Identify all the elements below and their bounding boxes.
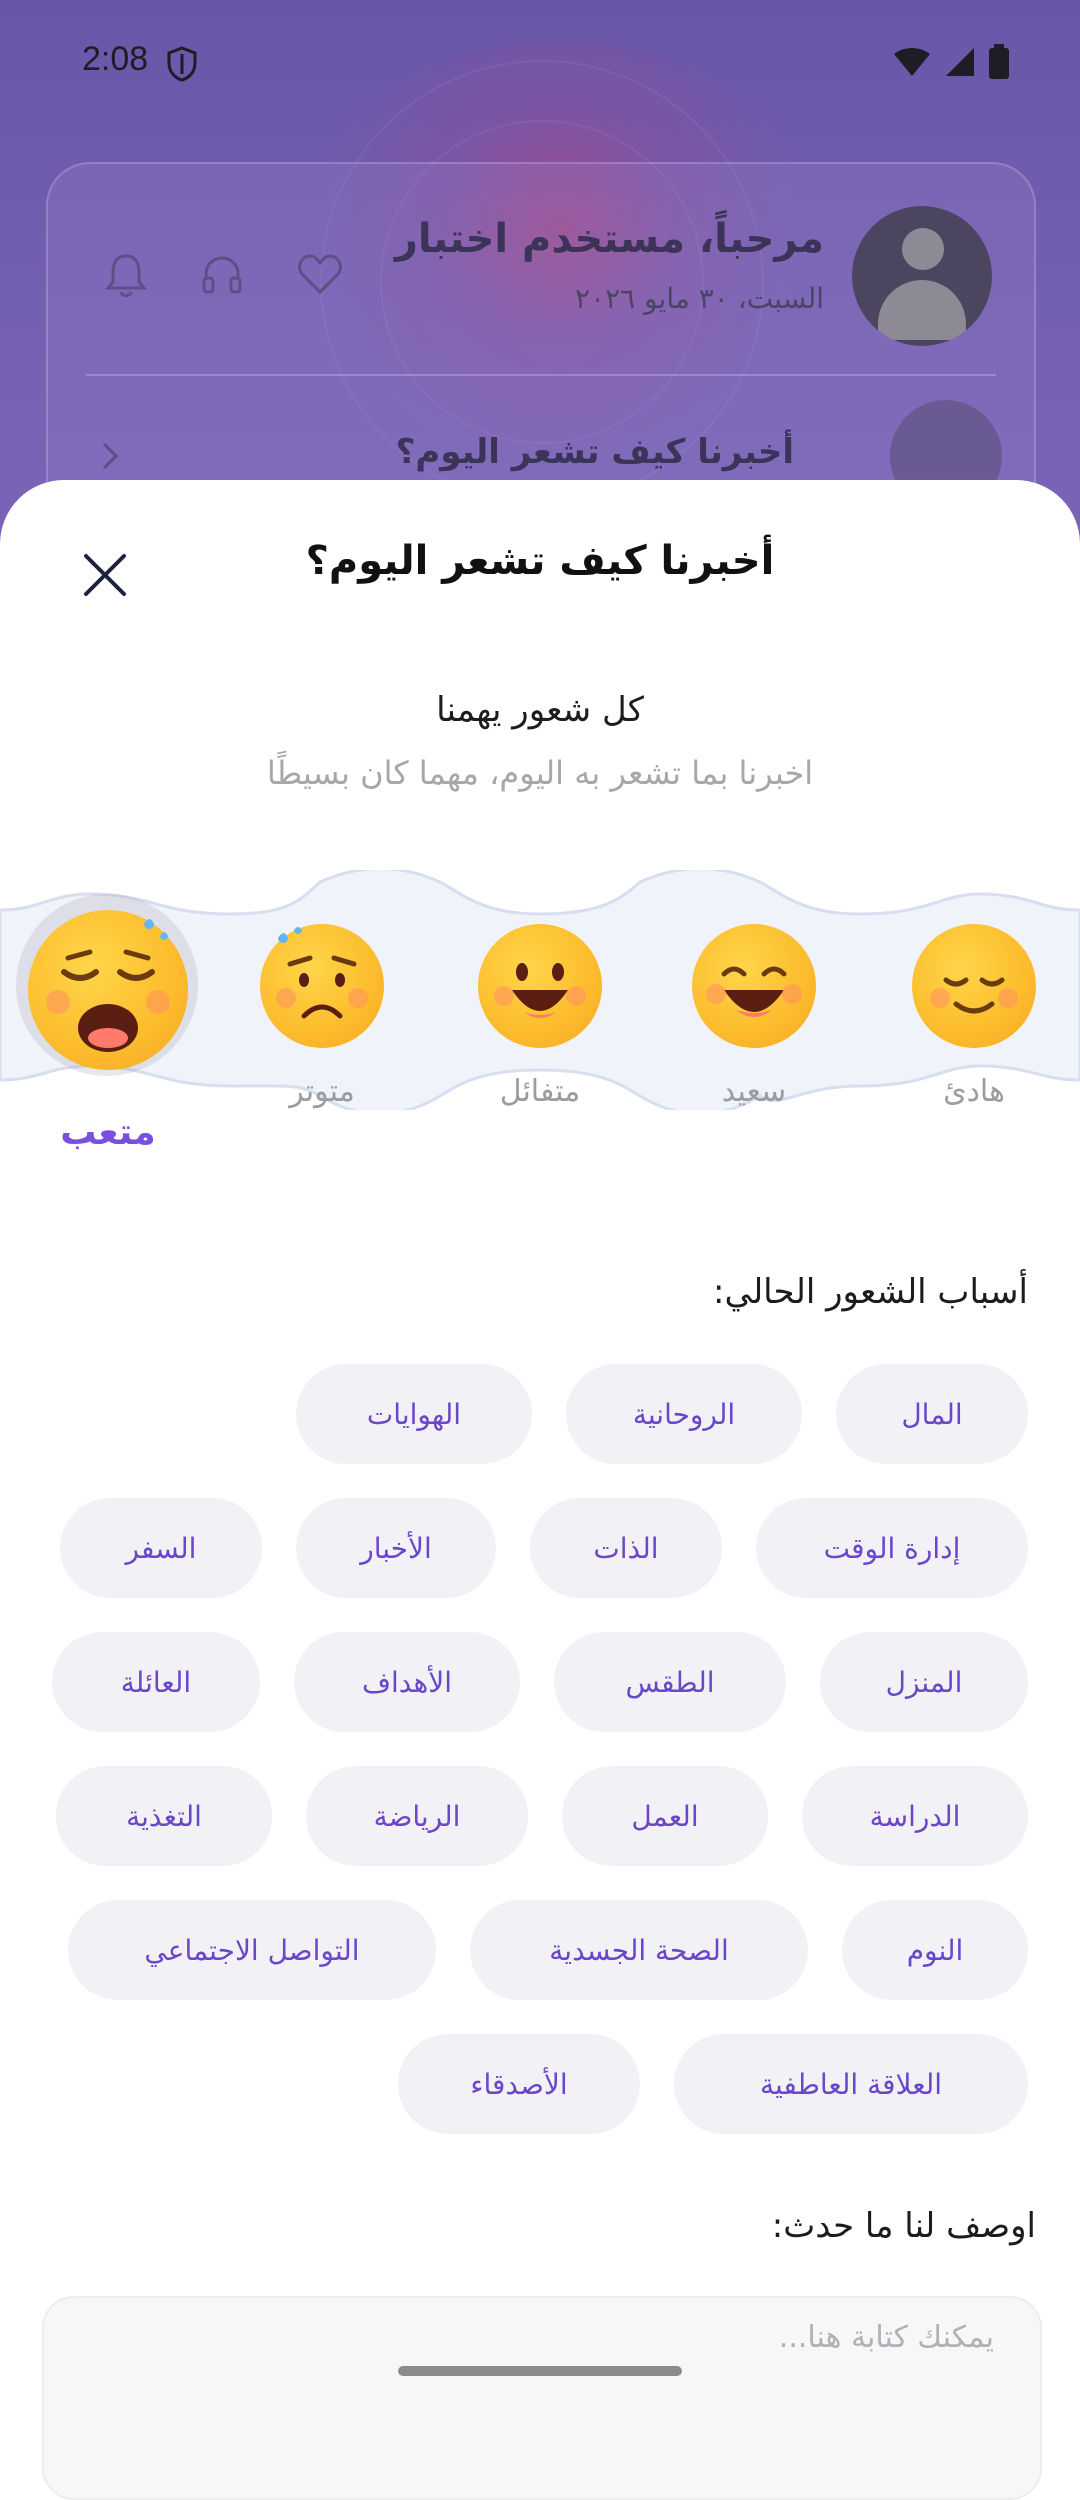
- reason-chip[interactable]: الذات: [530, 1498, 722, 1598]
- sheet-title: أخبرنا كيف تشعر اليوم؟: [305, 538, 775, 584]
- signal-icon: [944, 46, 976, 82]
- reasons-title: أسباب الشعور الحالي:: [713, 1272, 1028, 1312]
- reason-chip[interactable]: العائلة: [52, 1632, 260, 1732]
- headset-icon[interactable]: [198, 252, 246, 304]
- reason-chip[interactable]: الأهداف: [294, 1632, 520, 1732]
- reason-chip[interactable]: الأخبار: [296, 1498, 496, 1598]
- mood-label-optimistic: متفائل: [499, 1074, 581, 1109]
- reason-chip[interactable]: النوم: [842, 1900, 1028, 2000]
- reason-chip[interactable]: العمل: [562, 1766, 768, 1866]
- anxious-face-icon[interactable]: [260, 924, 384, 1048]
- reason-chip[interactable]: التواصل الاجتماعي: [68, 1900, 436, 2000]
- reason-chip[interactable]: المنزل: [820, 1632, 1028, 1732]
- reason-chip[interactable]: الأصدقاء: [398, 2034, 640, 2134]
- mood-label-anxious: متوتر: [289, 1074, 355, 1109]
- reason-chip[interactable]: الدراسة: [802, 1766, 1028, 1866]
- mood-label-happy: سعيد: [721, 1074, 787, 1109]
- home-mood-prompt[interactable]: أخبرنا كيف تشعر اليوم؟: [396, 432, 794, 472]
- reason-chip[interactable]: الرياضة: [306, 1766, 528, 1866]
- home-divider: [86, 374, 996, 376]
- optimistic-face-icon[interactable]: [478, 924, 602, 1048]
- reason-chip[interactable]: السفر: [60, 1498, 262, 1598]
- reason-chip[interactable]: إدارة الوقت: [756, 1498, 1028, 1598]
- battery-icon: [988, 44, 1010, 84]
- heart-icon[interactable]: [296, 252, 344, 304]
- shield-icon: [166, 46, 198, 86]
- home-icon-row: [104, 252, 344, 304]
- sheet-subtitle: كل شعور يهمنا: [436, 690, 644, 730]
- home-greeting: مرحباً، مستخدم اختبار: [394, 216, 824, 262]
- mood-bottom-sheet: أخبرنا كيف تشعر اليوم؟ كل شعور يهمنا اخب…: [0, 480, 1080, 2500]
- avatar[interactable]: [852, 206, 992, 346]
- reason-chip[interactable]: التغذية: [56, 1766, 272, 1866]
- reason-chip[interactable]: المال: [836, 1364, 1028, 1464]
- wifi-icon: [892, 46, 932, 82]
- calm-face-icon[interactable]: [912, 924, 1036, 1048]
- tired-face-icon[interactable]: [28, 910, 188, 1070]
- describe-placeholder: يمكنك كتابة هنا...: [778, 2320, 994, 2355]
- reason-chip[interactable]: الروحانية: [566, 1364, 802, 1464]
- status-time: 2:08: [82, 40, 149, 78]
- sheet-subtext: اخبرنا بما تشعر به اليوم، مهما كان بسيطً…: [266, 754, 814, 792]
- mood-label-selected: متعب: [60, 1112, 156, 1153]
- home-indicator[interactable]: [398, 2366, 682, 2376]
- reason-chip[interactable]: الطقس: [554, 1632, 786, 1732]
- reason-chip[interactable]: الصحة الجسدية: [470, 1900, 808, 2000]
- reason-chip[interactable]: الهوايات: [296, 1364, 532, 1464]
- status-bar: 2:08: [0, 0, 1080, 126]
- bell-icon[interactable]: [104, 252, 148, 304]
- chevron-left-icon[interactable]: [98, 440, 122, 476]
- home-date: السبت، ٣٠ مايو ٢٠٢٦: [575, 282, 824, 315]
- mood-label-calm: هادئ: [943, 1074, 1005, 1109]
- happy-face-icon[interactable]: [692, 924, 816, 1048]
- reason-chip[interactable]: العلاقة العاطفية: [674, 2034, 1028, 2134]
- describe-title: اوصف لنا ما حدث:: [771, 2206, 1036, 2246]
